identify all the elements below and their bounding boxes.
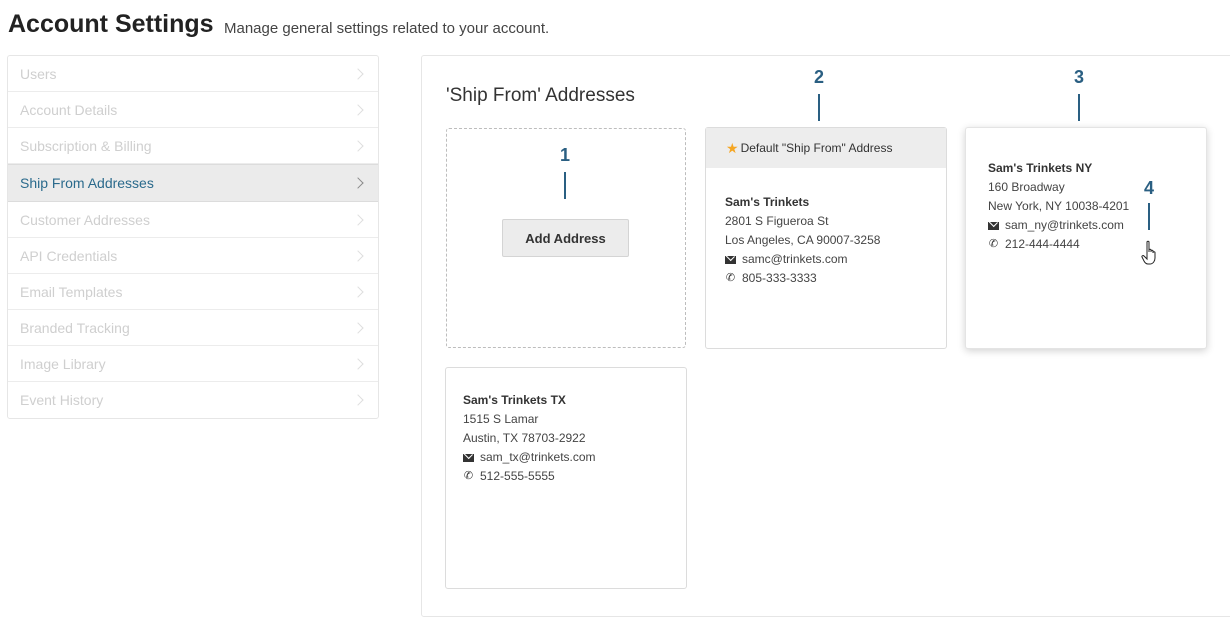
callout-1: 1 [559, 145, 570, 165]
chevron-right-icon [352, 103, 364, 116]
add-address-button[interactable]: Add Address [502, 219, 629, 257]
callout-3-line [1078, 94, 1080, 121]
address-name: Sam's Trinkets NY [988, 161, 1093, 175]
address-email: sam_tx@trinkets.com [480, 450, 596, 464]
sidebar-item-api-credentials[interactable]: API Credentials [8, 238, 378, 274]
sidebar-item-label: Branded Tracking [20, 319, 130, 336]
sidebar-item-label: Users [20, 65, 57, 82]
address-name: Sam's Trinkets TX [463, 393, 566, 407]
sidebar-item-label: Customer Addresses [20, 211, 150, 228]
sidebar-item-label: API Credentials [20, 247, 118, 264]
default-address-header: ★ Default "Ship From" Address [706, 128, 946, 168]
sidebar-item-ship-from-addresses[interactable]: Ship From Addresses [8, 164, 378, 202]
callout-3: 3 [1073, 67, 1084, 87]
sidebar-item-label: Ship From Addresses [20, 175, 154, 191]
star-icon: ★ [726, 139, 739, 156]
settings-sidebar: Users Account Details Subscription & Bil… [7, 55, 379, 419]
sidebar-item-account-details[interactable]: Account Details [8, 92, 378, 128]
chevron-right-icon [352, 213, 364, 226]
sidebar-item-label: Event History [20, 392, 104, 408]
sidebar-item-email-templates[interactable]: Email Templates [8, 274, 378, 310]
address-email: samc@trinkets.com [742, 252, 848, 266]
chevron-right-icon [352, 321, 364, 334]
envelope-icon [725, 255, 736, 264]
chevron-right-icon [352, 249, 364, 262]
chevron-right-icon [352, 139, 364, 152]
sidebar-item-label: Image Library [20, 355, 106, 372]
address-city: New York, NY 10038-4201 [988, 199, 1130, 213]
envelope-icon [463, 453, 474, 462]
address-details: Sam's Trinkets NY 160 Broadway New York,… [988, 159, 1129, 254]
address-street: 160 Broadway [988, 180, 1065, 194]
callout-4: 4 [1143, 178, 1154, 198]
address-city: Austin, TX 78703-2922 [463, 431, 586, 445]
chevron-right-icon [352, 394, 364, 406]
chevron-right-icon [352, 177, 364, 189]
sidebar-item-branded-tracking[interactable]: Branded Tracking [8, 310, 378, 346]
phone-icon: ✆ [988, 238, 999, 250]
sidebar-item-image-library[interactable]: Image Library [8, 346, 378, 382]
address-street: 2801 S Figueroa St [725, 214, 829, 228]
address-name: Sam's Trinkets [725, 195, 810, 209]
address-street: 1515 S Lamar [463, 412, 539, 426]
section-title: 'Ship From' Addresses [446, 85, 635, 106]
sidebar-item-subscription-billing[interactable]: Subscription & Billing [8, 128, 378, 164]
sidebar-item-users[interactable]: Users [8, 56, 378, 92]
address-email: sam_ny@trinkets.com [1005, 218, 1124, 232]
address-phone: 512-555-5555 [480, 469, 555, 483]
sidebar-item-event-history[interactable]: Event History [8, 382, 378, 418]
sidebar-item-label: Email Templates [20, 283, 123, 300]
sidebar-item-label: Account Details [20, 101, 118, 118]
address-details: Sam's Trinkets 2801 S Figueroa St Los An… [725, 193, 880, 288]
address-city: Los Angeles, CA 90007-3258 [725, 233, 881, 247]
callout-4-line [1148, 203, 1150, 230]
callout-2-line [818, 94, 820, 121]
address-phone: 805-333-3333 [742, 271, 817, 285]
callout-1-line [564, 172, 566, 199]
phone-icon: ✆ [725, 272, 736, 284]
sidebar-item-customer-addresses[interactable]: Customer Addresses [8, 202, 378, 238]
callout-2: 2 [813, 67, 824, 87]
chevron-right-icon [352, 357, 364, 370]
page-subtitle: Manage general settings related to your … [224, 20, 550, 37]
chevron-right-icon [352, 67, 364, 80]
address-details: Sam's Trinkets TX 1515 S Lamar Austin, T… [463, 391, 596, 486]
envelope-icon [988, 221, 999, 230]
chevron-right-icon [352, 285, 364, 298]
page-title: Account Settings [8, 10, 214, 38]
default-address-label: Default "Ship From" Address [740, 141, 893, 155]
phone-icon: ✆ [463, 470, 474, 482]
address-phone: 212-444-4444 [1005, 237, 1080, 251]
sidebar-item-label: Subscription & Billing [20, 137, 152, 154]
hand-pointer-cursor-icon [1141, 240, 1156, 265]
